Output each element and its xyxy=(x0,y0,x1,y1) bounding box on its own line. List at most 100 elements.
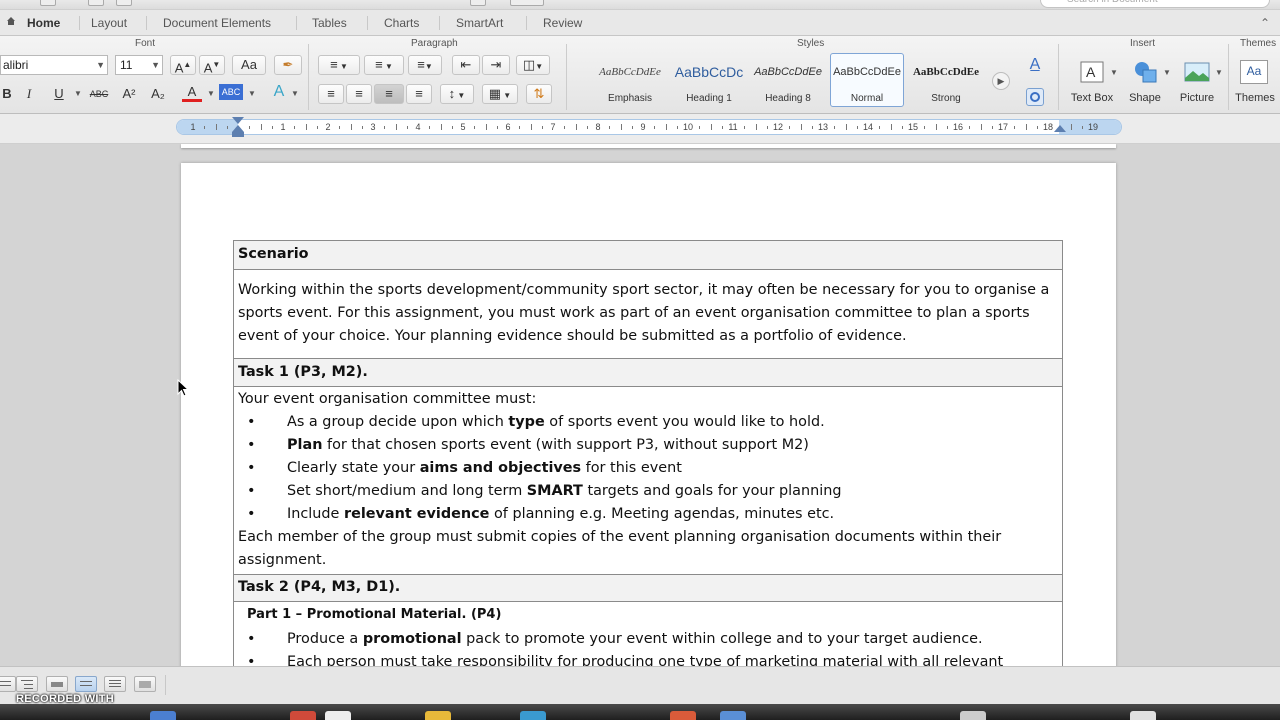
style-heading-1[interactable]: AaBbCcDc Heading 1 xyxy=(672,53,746,107)
font-size-select[interactable]: 11 ▼ xyxy=(115,55,163,75)
decrease-indent-button[interactable]: ⇤ xyxy=(452,55,480,75)
tab-review[interactable]: Review xyxy=(543,10,582,36)
quick-access-icon[interactable] xyxy=(116,0,132,6)
dock-app-icon[interactable] xyxy=(1130,711,1156,720)
document-page[interactable]: Scenario Working within the sports devel… xyxy=(181,163,1116,666)
style-normal[interactable]: AaBbCcDdEe Normal xyxy=(830,53,904,107)
right-indent-marker[interactable] xyxy=(1054,125,1066,132)
line-spacing-button[interactable]: ↕ ▼ xyxy=(440,84,474,104)
ruler-tick-label: 18 xyxy=(1042,122,1054,132)
dock-app-icon[interactable] xyxy=(150,711,176,720)
ruler-tick-mark xyxy=(384,126,386,129)
dock-app-icon[interactable] xyxy=(290,711,316,720)
align-left-button[interactable]: ≡ xyxy=(318,84,344,104)
align-center-button[interactable]: ≡ xyxy=(346,84,372,104)
text-effects-button[interactable]: A xyxy=(268,82,290,102)
justify-button[interactable]: ≡ xyxy=(406,84,432,104)
bullet: • xyxy=(247,483,256,499)
scenario-heading[interactable]: Scenario xyxy=(233,240,1063,270)
manage-styles-button[interactable] xyxy=(1026,88,1044,106)
tab-document-elements[interactable]: Document Elements xyxy=(163,10,271,36)
subscript-button[interactable]: A₂ xyxy=(147,84,169,104)
style-strong[interactable]: AaBbCcDdEe Strong xyxy=(909,53,983,107)
style-name: Emphasis xyxy=(608,93,652,104)
dock-app-icon[interactable] xyxy=(520,711,546,720)
clear-formatting-button[interactable]: ✒ xyxy=(274,55,302,75)
dock-app-icon[interactable] xyxy=(670,711,696,720)
style-name: Normal xyxy=(850,93,884,104)
notebook-layout-view-button[interactable] xyxy=(104,676,126,692)
horizontal-ruler[interactable]: 1 1 2 3 4 5 6 7 8 9 10 11 12 13 14 15 16 17 18 19 xyxy=(176,119,1122,135)
highlight-button[interactable]: ABC xyxy=(219,84,243,100)
dock-app-icon[interactable] xyxy=(425,711,451,720)
task1-heading[interactable]: Task 1 (P3, M2). xyxy=(233,358,1063,387)
bold-text: type xyxy=(508,414,545,430)
insert-picture-button[interactable]: ▼ Picture xyxy=(1169,58,1225,108)
table-cell[interactable]: Your event organisation committee must: … xyxy=(233,386,1063,575)
themes-button[interactable]: Aa Themes xyxy=(1230,58,1280,108)
insert-text-box-button[interactable]: A ▼ Text Box xyxy=(1064,58,1120,108)
search-input[interactable]: Search in Document xyxy=(1040,0,1270,8)
increase-indent-button[interactable]: ⇥ xyxy=(482,55,510,75)
superscript-button[interactable]: A² xyxy=(118,84,140,104)
dock-app-icon[interactable] xyxy=(325,711,351,720)
table-cell[interactable]: Working within the sports development/co… xyxy=(233,269,1063,359)
change-case-button[interactable]: Aa xyxy=(232,55,266,75)
tab-layout[interactable]: Layout xyxy=(91,10,127,36)
title-bar: Search in Document xyxy=(0,0,1280,10)
print-layout-view-button[interactable] xyxy=(75,676,97,692)
quick-access-icon[interactable] xyxy=(88,0,104,6)
quick-access-icon[interactable] xyxy=(470,0,486,6)
tab-separator xyxy=(146,16,147,30)
dock-app-icon[interactable] xyxy=(720,711,746,720)
tab-home[interactable]: Home xyxy=(27,10,60,36)
multilevel-list-button[interactable]: ≡▼ xyxy=(408,55,442,75)
styles-next-arrow-icon[interactable]: ▶ xyxy=(992,72,1010,90)
ruler-tick-mark xyxy=(530,124,532,130)
chevron-down-icon[interactable]: ▼ xyxy=(248,89,256,98)
styles-pane-button[interactable]: A̲ xyxy=(1022,56,1048,78)
align-right-button[interactable]: ≡ xyxy=(374,84,404,104)
dock-app-icon[interactable] xyxy=(960,711,986,720)
numbering-button[interactable]: ≡ ▼ xyxy=(364,55,404,75)
table-cell[interactable]: Part 1 – Promotional Material. (P4) • Pro… xyxy=(233,601,1063,666)
outline-view-button[interactable] xyxy=(16,676,38,692)
list-item: • Each person must take responsibility fo… xyxy=(238,651,1058,666)
collapse-ribbon-icon[interactable]: ⌃ xyxy=(1260,16,1270,30)
chevron-down-icon[interactable]: ▼ xyxy=(74,89,82,98)
font-name-select[interactable]: alibri ▼ xyxy=(0,55,108,75)
quick-access-icon[interactable] xyxy=(510,0,544,6)
font-color-button[interactable]: A xyxy=(182,82,202,102)
styles-gallery: AaBbCcDdEe Emphasis AaBbCcDc Heading 1 A… xyxy=(588,53,1016,107)
sort-button[interactable]: ⇅ xyxy=(526,84,552,104)
shrink-font-button[interactable]: A▼ xyxy=(199,55,225,75)
hanging-indent-marker[interactable] xyxy=(232,125,244,132)
italic-button[interactable]: I xyxy=(20,84,38,104)
quick-access-icon[interactable] xyxy=(40,0,56,6)
insert-shape-button[interactable]: ▼ Shape xyxy=(1117,58,1173,108)
tab-smartart[interactable]: SmartArt xyxy=(456,10,503,36)
first-line-indent-marker[interactable] xyxy=(232,117,244,124)
bold-button[interactable]: B xyxy=(0,84,14,104)
borders-button[interactable]: ▦ ▼ xyxy=(482,84,518,104)
document-area[interactable]: Scenario Working within the sports devel… xyxy=(0,144,1280,666)
full-screen-view-button[interactable] xyxy=(134,676,156,692)
left-indent-marker[interactable] xyxy=(232,132,244,137)
task2-heading[interactable]: Task 2 (P4, M3, D1). xyxy=(233,574,1063,602)
grow-font-button[interactable]: A▲ xyxy=(170,55,196,75)
tab-charts[interactable]: Charts xyxy=(384,10,419,36)
style-emphasis[interactable]: AaBbCcDdEe Emphasis xyxy=(593,53,667,107)
draft-view-button[interactable] xyxy=(0,676,16,692)
tab-tables[interactable]: Tables xyxy=(312,10,347,36)
ruler-tick-label: 9 xyxy=(640,122,646,132)
ruler-tick-mark xyxy=(1014,126,1016,129)
publishing-layout-view-button[interactable] xyxy=(46,676,68,692)
chevron-down-icon[interactable]: ▼ xyxy=(207,89,215,98)
chevron-down-icon[interactable]: ▼ xyxy=(291,89,299,98)
columns-button[interactable]: ◫▼ xyxy=(516,55,550,75)
underline-button[interactable]: U xyxy=(48,84,70,104)
bullets-button[interactable]: ≡ ▼ xyxy=(318,55,360,75)
style-heading-8[interactable]: AaBbCcDdEe Heading 8 xyxy=(751,53,825,107)
ruler-tick-mark xyxy=(305,124,307,130)
strikethrough-button[interactable]: ABC xyxy=(86,84,112,104)
